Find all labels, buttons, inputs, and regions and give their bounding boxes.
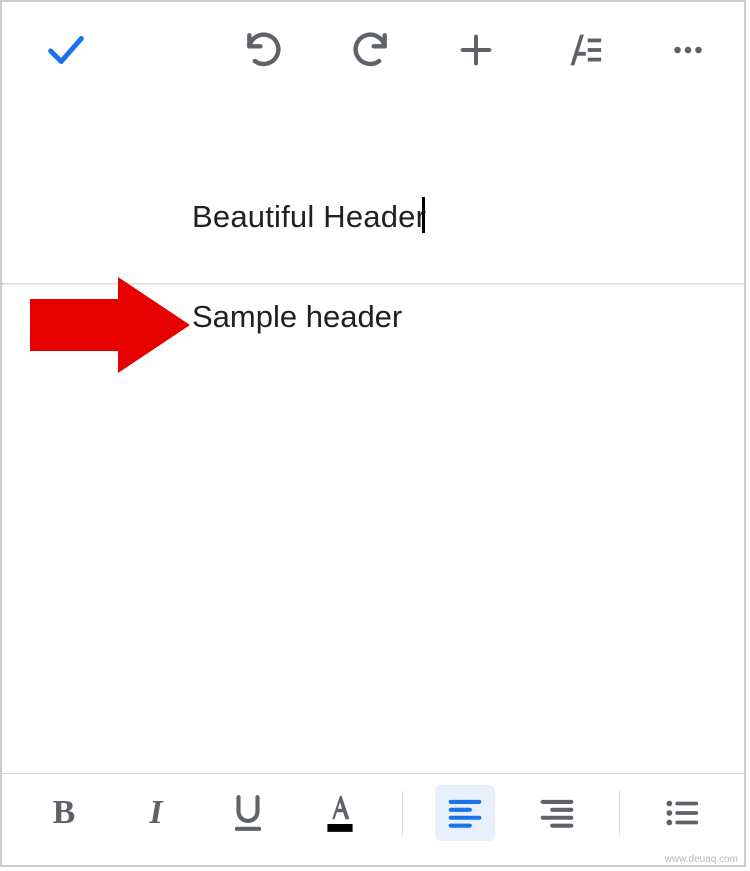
- top-toolbar-right-group: [240, 26, 712, 74]
- confirm-button[interactable]: [42, 26, 90, 74]
- text-color-button[interactable]: [310, 785, 370, 841]
- align-right-button[interactable]: [527, 785, 587, 841]
- italic-icon: I: [149, 794, 162, 832]
- document-body-region[interactable]: Sample header: [2, 285, 744, 335]
- plus-icon: [456, 30, 496, 70]
- watermark: www.deuaq.com: [665, 854, 738, 865]
- text-format-icon: [559, 27, 605, 73]
- insert-button[interactable]: [452, 26, 500, 74]
- document-area[interactable]: Beautiful Header Sample header: [2, 97, 744, 335]
- top-toolbar: [2, 2, 744, 97]
- text-format-button[interactable]: [558, 26, 606, 74]
- text-color-icon: [320, 791, 360, 835]
- bottom-toolbar: B I: [2, 773, 744, 851]
- toolbar-separator-2: [619, 791, 620, 835]
- bold-icon: B: [53, 794, 76, 832]
- check-icon: [43, 27, 89, 73]
- align-right-icon: [538, 794, 576, 832]
- body-text[interactable]: Sample header: [192, 299, 402, 334]
- bold-button[interactable]: B: [34, 785, 94, 841]
- redo-icon: [348, 28, 392, 72]
- header-text[interactable]: Beautiful Header: [192, 198, 426, 235]
- redo-button[interactable]: [346, 26, 394, 74]
- document-header-region[interactable]: Beautiful Header: [2, 197, 744, 283]
- more-icon: [670, 32, 706, 68]
- more-button[interactable]: [664, 26, 712, 74]
- underline-button[interactable]: [218, 785, 278, 841]
- align-left-icon: [446, 794, 484, 832]
- undo-icon: [242, 28, 286, 72]
- undo-button[interactable]: [240, 26, 288, 74]
- align-left-button[interactable]: [435, 785, 495, 841]
- bullet-list-icon: [662, 794, 702, 832]
- text-cursor: [422, 197, 425, 233]
- underline-icon: [229, 792, 267, 834]
- app-frame: Beautiful Header Sample header B I: [0, 0, 746, 867]
- italic-button[interactable]: I: [126, 785, 186, 841]
- bullet-list-button[interactable]: [652, 785, 712, 841]
- toolbar-separator: [402, 791, 403, 835]
